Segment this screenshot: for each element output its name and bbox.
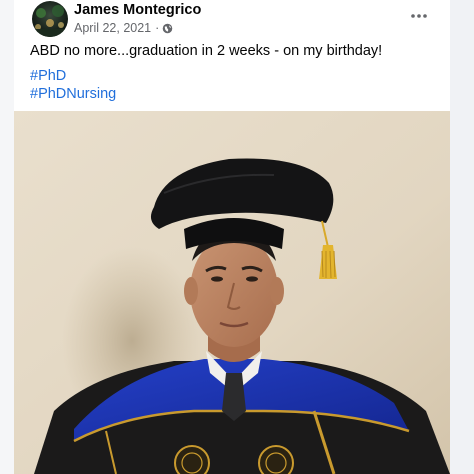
author-avatar[interactable] (32, 1, 68, 37)
more-options-icon (411, 14, 427, 18)
page-background-edge (0, 0, 14, 474)
post-date[interactable]: April 22, 2021 (74, 21, 151, 35)
more-options-button[interactable] (406, 6, 432, 26)
globe-icon[interactable] (162, 23, 173, 34)
post-meta: April 22, 2021 · (74, 20, 173, 36)
hashtag-phd[interactable]: #PhD (30, 68, 66, 84)
post-card: James Montegrico April 22, 2021 · ABD no… (14, 0, 450, 474)
post-text: ABD no more...graduation in 2 weeks - on… (30, 43, 383, 59)
hashtag-phdnursing[interactable]: #PhDNursing (30, 86, 116, 102)
meta-separator: · (155, 21, 160, 35)
author-name[interactable]: James Montegrico (74, 2, 201, 18)
post-photo[interactable] (14, 111, 450, 474)
